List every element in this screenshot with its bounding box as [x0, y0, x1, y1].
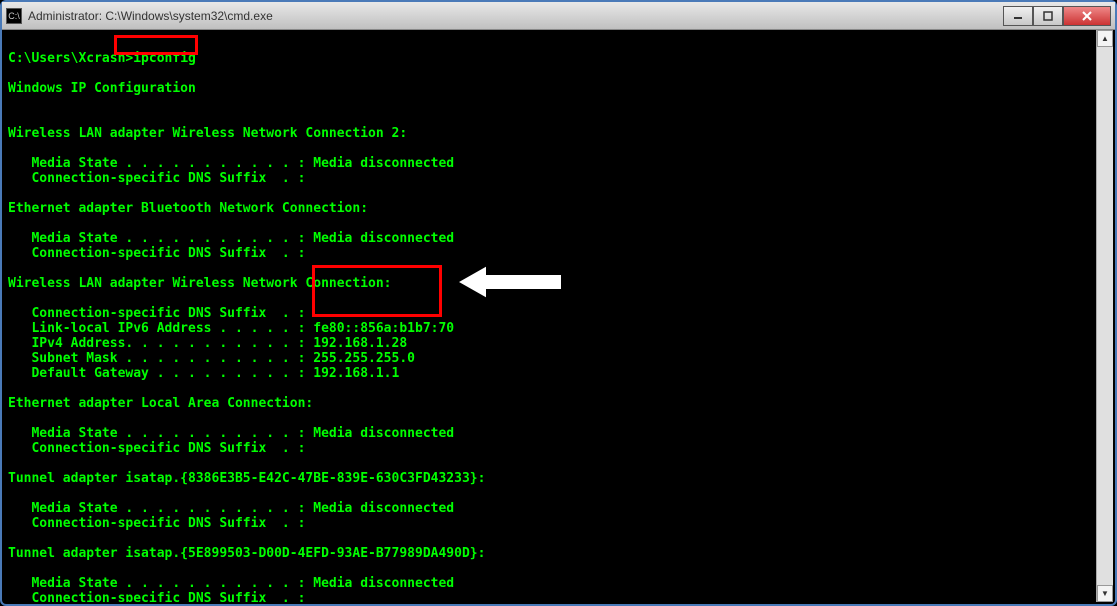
output-line: Default Gateway . . . . . . . . . : 192.…: [8, 366, 399, 381]
output-line: Connection-specific DNS Suffix . :: [8, 246, 305, 261]
output-line: Media State . . . . . . . . . . . : Medi…: [8, 576, 454, 591]
output-line: Subnet Mask . . . . . . . . . . . : 255.…: [8, 351, 415, 366]
adapter-title: Tunnel adapter isatap.{8386E3B5-E42C-47B…: [8, 471, 485, 486]
scroll-down-button[interactable]: ▼: [1097, 585, 1113, 602]
output-line: Media State . . . . . . . . . . . : Medi…: [8, 231, 454, 246]
adapter-title: Ethernet adapter Bluetooth Network Conne…: [8, 201, 368, 216]
output-line: Connection-specific DNS Suffix . :: [8, 441, 305, 456]
minimize-button[interactable]: [1003, 6, 1033, 26]
output-line: Connection-specific DNS Suffix . :: [8, 591, 305, 602]
adapter-title: Wireless LAN adapter Wireless Network Co…: [8, 276, 392, 291]
output-heading: Windows IP Configuration: [8, 81, 196, 96]
close-button[interactable]: [1063, 6, 1111, 26]
scroll-up-button[interactable]: ▲: [1097, 30, 1113, 47]
scroll-track[interactable]: [1097, 47, 1113, 585]
window-titlebar: C:\ Administrator: C:\Windows\system32\c…: [2, 2, 1115, 30]
adapter-title: Tunnel adapter isatap.{5E899503-D00D-4EF…: [8, 546, 485, 561]
output-line: Connection-specific DNS Suffix . :: [8, 516, 305, 531]
terminal-output[interactable]: C:\Users\Xcrash>ipconfig Windows IP Conf…: [4, 30, 1113, 602]
output-line: Media State . . . . . . . . . . . : Medi…: [8, 501, 454, 516]
adapter-title: Ethernet adapter Local Area Connection:: [8, 396, 313, 411]
cmd-icon: C:\: [6, 8, 22, 24]
output-line: Link-local IPv6 Address . . . . . : fe80…: [8, 321, 454, 336]
output-line: Media State . . . . . . . . . . . : Medi…: [8, 156, 454, 171]
output-line: Connection-specific DNS Suffix . :: [8, 171, 305, 186]
adapter-title: Wireless LAN adapter Wireless Network Co…: [8, 126, 407, 141]
prompt-path: C:\Users\Xcras: [8, 51, 118, 66]
output-line: IPv4 Address. . . . . . . . . . . : 192.…: [8, 336, 407, 351]
vertical-scrollbar[interactable]: ▲ ▼: [1096, 30, 1113, 602]
output-line: Media State . . . . . . . . . . . : Medi…: [8, 426, 454, 441]
window-title: Administrator: C:\Windows\system32\cmd.e…: [28, 9, 1003, 23]
maximize-button[interactable]: [1033, 6, 1063, 26]
prompt-command: h>ipconfig: [118, 51, 196, 66]
output-line: Connection-specific DNS Suffix . :: [8, 306, 305, 321]
